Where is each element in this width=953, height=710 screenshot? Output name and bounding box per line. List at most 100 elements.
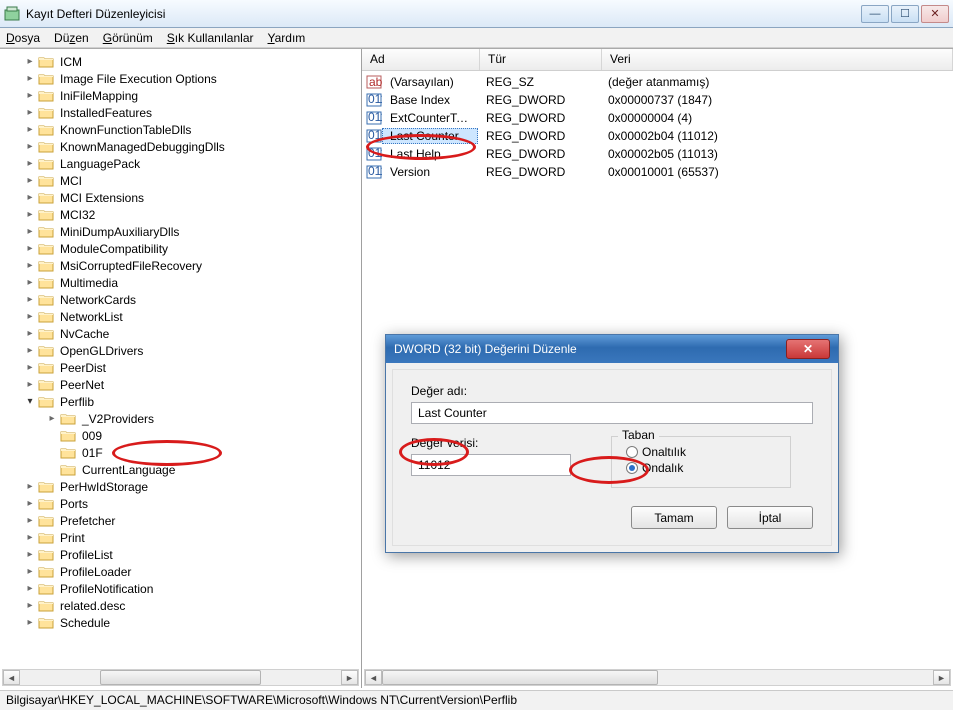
column-header-data[interactable]: Veri xyxy=(602,49,953,70)
dialog-titlebar[interactable]: DWORD (32 bit) Değerini Düzenle ✕ xyxy=(386,335,838,363)
expand-icon[interactable]: ▸ xyxy=(24,294,36,306)
expand-icon[interactable] xyxy=(46,447,58,459)
scroll-right-button[interactable]: ► xyxy=(341,670,358,685)
expand-icon[interactable]: ▸ xyxy=(24,73,36,85)
menu-edit[interactable]: Düzen xyxy=(54,31,89,45)
tree-item[interactable]: ▸related.desc xyxy=(24,597,361,614)
tree-item[interactable]: ▸PerHwIdStorage xyxy=(24,478,361,495)
menu-favorites[interactable]: Sık Kullanılanlar xyxy=(167,31,254,45)
tree-item[interactable]: ▸MCI32 xyxy=(24,206,361,223)
close-button[interactable]: ✕ xyxy=(921,5,949,23)
expand-icon[interactable] xyxy=(46,464,58,476)
tree-item[interactable]: ▸MiniDumpAuxiliaryDlls xyxy=(24,223,361,240)
collapse-icon[interactable]: ▾ xyxy=(24,396,36,408)
tree-item[interactable]: ▸InstalledFeatures xyxy=(24,104,361,121)
tree-item[interactable]: ▸ICM xyxy=(24,53,361,70)
tree-item[interactable]: ▸NetworkCards xyxy=(24,291,361,308)
scroll-left-button[interactable]: ◄ xyxy=(3,670,20,685)
tree-item[interactable]: ▸IniFileMapping xyxy=(24,87,361,104)
list-row[interactable]: 011ExtCounterTestL...REG_DWORD0x00000004… xyxy=(362,109,953,127)
list-row[interactable]: 011VersionREG_DWORD0x00010001 (65537) xyxy=(362,163,953,181)
scroll-track[interactable] xyxy=(20,670,341,685)
minimize-button[interactable]: — xyxy=(861,5,889,23)
tree-item[interactable]: ▸LanguagePack xyxy=(24,155,361,172)
list-row[interactable]: 011Base IndexREG_DWORD0x00000737 (1847) xyxy=(362,91,953,109)
expand-icon[interactable]: ▸ xyxy=(24,226,36,238)
expand-icon[interactable]: ▸ xyxy=(24,566,36,578)
tree-item[interactable]: ▸_V2Providers xyxy=(46,410,361,427)
tree-item[interactable]: ▸MCI xyxy=(24,172,361,189)
tree-item[interactable]: ▸NvCache xyxy=(24,325,361,342)
tree-item[interactable]: ▸Multimedia xyxy=(24,274,361,291)
tree-item[interactable]: ▸Schedule xyxy=(24,614,361,631)
value-data-field[interactable] xyxy=(411,454,571,476)
radio-hex[interactable]: Onaltılık xyxy=(626,445,776,459)
expand-icon[interactable]: ▸ xyxy=(24,56,36,68)
scroll-left-button[interactable]: ◄ xyxy=(365,670,382,685)
tree-item[interactable]: ▸OpenGLDrivers xyxy=(24,342,361,359)
expand-icon[interactable]: ▸ xyxy=(24,311,36,323)
tree-item[interactable]: ▸ProfileLoader xyxy=(24,563,361,580)
tree-item[interactable]: ▸ModuleCompatibility xyxy=(24,240,361,257)
expand-icon[interactable]: ▸ xyxy=(46,413,58,425)
tree-item[interactable]: ▸Image File Execution Options xyxy=(24,70,361,87)
expand-icon[interactable]: ▸ xyxy=(24,549,36,561)
tree-item[interactable]: ▸Ports xyxy=(24,495,361,512)
expand-icon[interactable]: ▸ xyxy=(24,260,36,272)
scroll-right-button[interactable]: ► xyxy=(933,670,950,685)
value-name-field[interactable] xyxy=(411,402,813,424)
expand-icon[interactable]: ▸ xyxy=(24,192,36,204)
expand-icon[interactable]: ▸ xyxy=(24,209,36,221)
list-horizontal-scrollbar[interactable]: ◄ ► xyxy=(364,669,951,686)
expand-icon[interactable]: ▸ xyxy=(24,583,36,595)
ok-button[interactable]: Tamam xyxy=(631,506,717,529)
tree-item[interactable]: ▸Print xyxy=(24,529,361,546)
expand-icon[interactable]: ▸ xyxy=(24,90,36,102)
tree-item[interactable]: ▸PeerNet xyxy=(24,376,361,393)
list-row[interactable]: 011Last HelpREG_DWORD0x00002b05 (11013) xyxy=(362,145,953,163)
expand-icon[interactable]: ▸ xyxy=(24,362,36,374)
menu-help[interactable]: Yardım xyxy=(268,31,306,45)
tree-item[interactable]: 009 xyxy=(46,427,361,444)
cancel-button[interactable]: İptal xyxy=(727,506,813,529)
tree-item[interactable]: ▸Prefetcher xyxy=(24,512,361,529)
expand-icon[interactable]: ▸ xyxy=(24,379,36,391)
registry-tree[interactable]: ▸ICM▸Image File Execution Options▸IniFil… xyxy=(0,49,361,673)
tree-item[interactable]: 01F xyxy=(46,444,361,461)
radio-dec[interactable]: Ondalık xyxy=(626,461,776,475)
column-header-name[interactable]: Ad xyxy=(362,49,480,70)
tree-item[interactable]: ▸NetworkList xyxy=(24,308,361,325)
expand-icon[interactable]: ▸ xyxy=(24,345,36,357)
expand-icon[interactable]: ▸ xyxy=(24,328,36,340)
tree-item[interactable]: ▸ProfileList xyxy=(24,546,361,563)
tree-item[interactable]: ▸MsiCorruptedFileRecovery xyxy=(24,257,361,274)
expand-icon[interactable]: ▸ xyxy=(24,617,36,629)
scroll-thumb[interactable] xyxy=(100,670,261,685)
expand-icon[interactable]: ▸ xyxy=(24,532,36,544)
expand-icon[interactable]: ▸ xyxy=(24,481,36,493)
expand-icon[interactable]: ▸ xyxy=(24,175,36,187)
expand-icon[interactable]: ▸ xyxy=(24,124,36,136)
scroll-track[interactable] xyxy=(382,670,933,685)
tree-item[interactable]: ▸KnownFunctionTableDlls xyxy=(24,121,361,138)
expand-icon[interactable]: ▸ xyxy=(24,107,36,119)
tree-item[interactable]: ▸ProfileNotification xyxy=(24,580,361,597)
maximize-button[interactable]: ☐ xyxy=(891,5,919,23)
list-row[interactable]: 011Last CounterREG_DWORD0x00002b04 (1101… xyxy=(362,127,953,145)
tree-item[interactable]: ▸MCI Extensions xyxy=(24,189,361,206)
expand-icon[interactable]: ▸ xyxy=(24,600,36,612)
expand-icon[interactable] xyxy=(46,430,58,442)
tree-item[interactable]: ▾Perflib xyxy=(24,393,361,410)
dialog-close-button[interactable]: ✕ xyxy=(786,339,830,359)
tree-item[interactable]: ▸PeerDist xyxy=(24,359,361,376)
tree-horizontal-scrollbar[interactable]: ◄ ► xyxy=(2,669,359,686)
expand-icon[interactable]: ▸ xyxy=(24,141,36,153)
expand-icon[interactable]: ▸ xyxy=(24,243,36,255)
expand-icon[interactable]: ▸ xyxy=(24,158,36,170)
expand-icon[interactable]: ▸ xyxy=(24,277,36,289)
list-row[interactable]: ab(Varsayılan)REG_SZ(değer atanmamış) xyxy=(362,73,953,91)
column-header-type[interactable]: Tür xyxy=(480,49,602,70)
expand-icon[interactable]: ▸ xyxy=(24,515,36,527)
tree-item[interactable]: ▸KnownManagedDebuggingDlls xyxy=(24,138,361,155)
menu-file[interactable]: Dosya xyxy=(6,31,40,45)
